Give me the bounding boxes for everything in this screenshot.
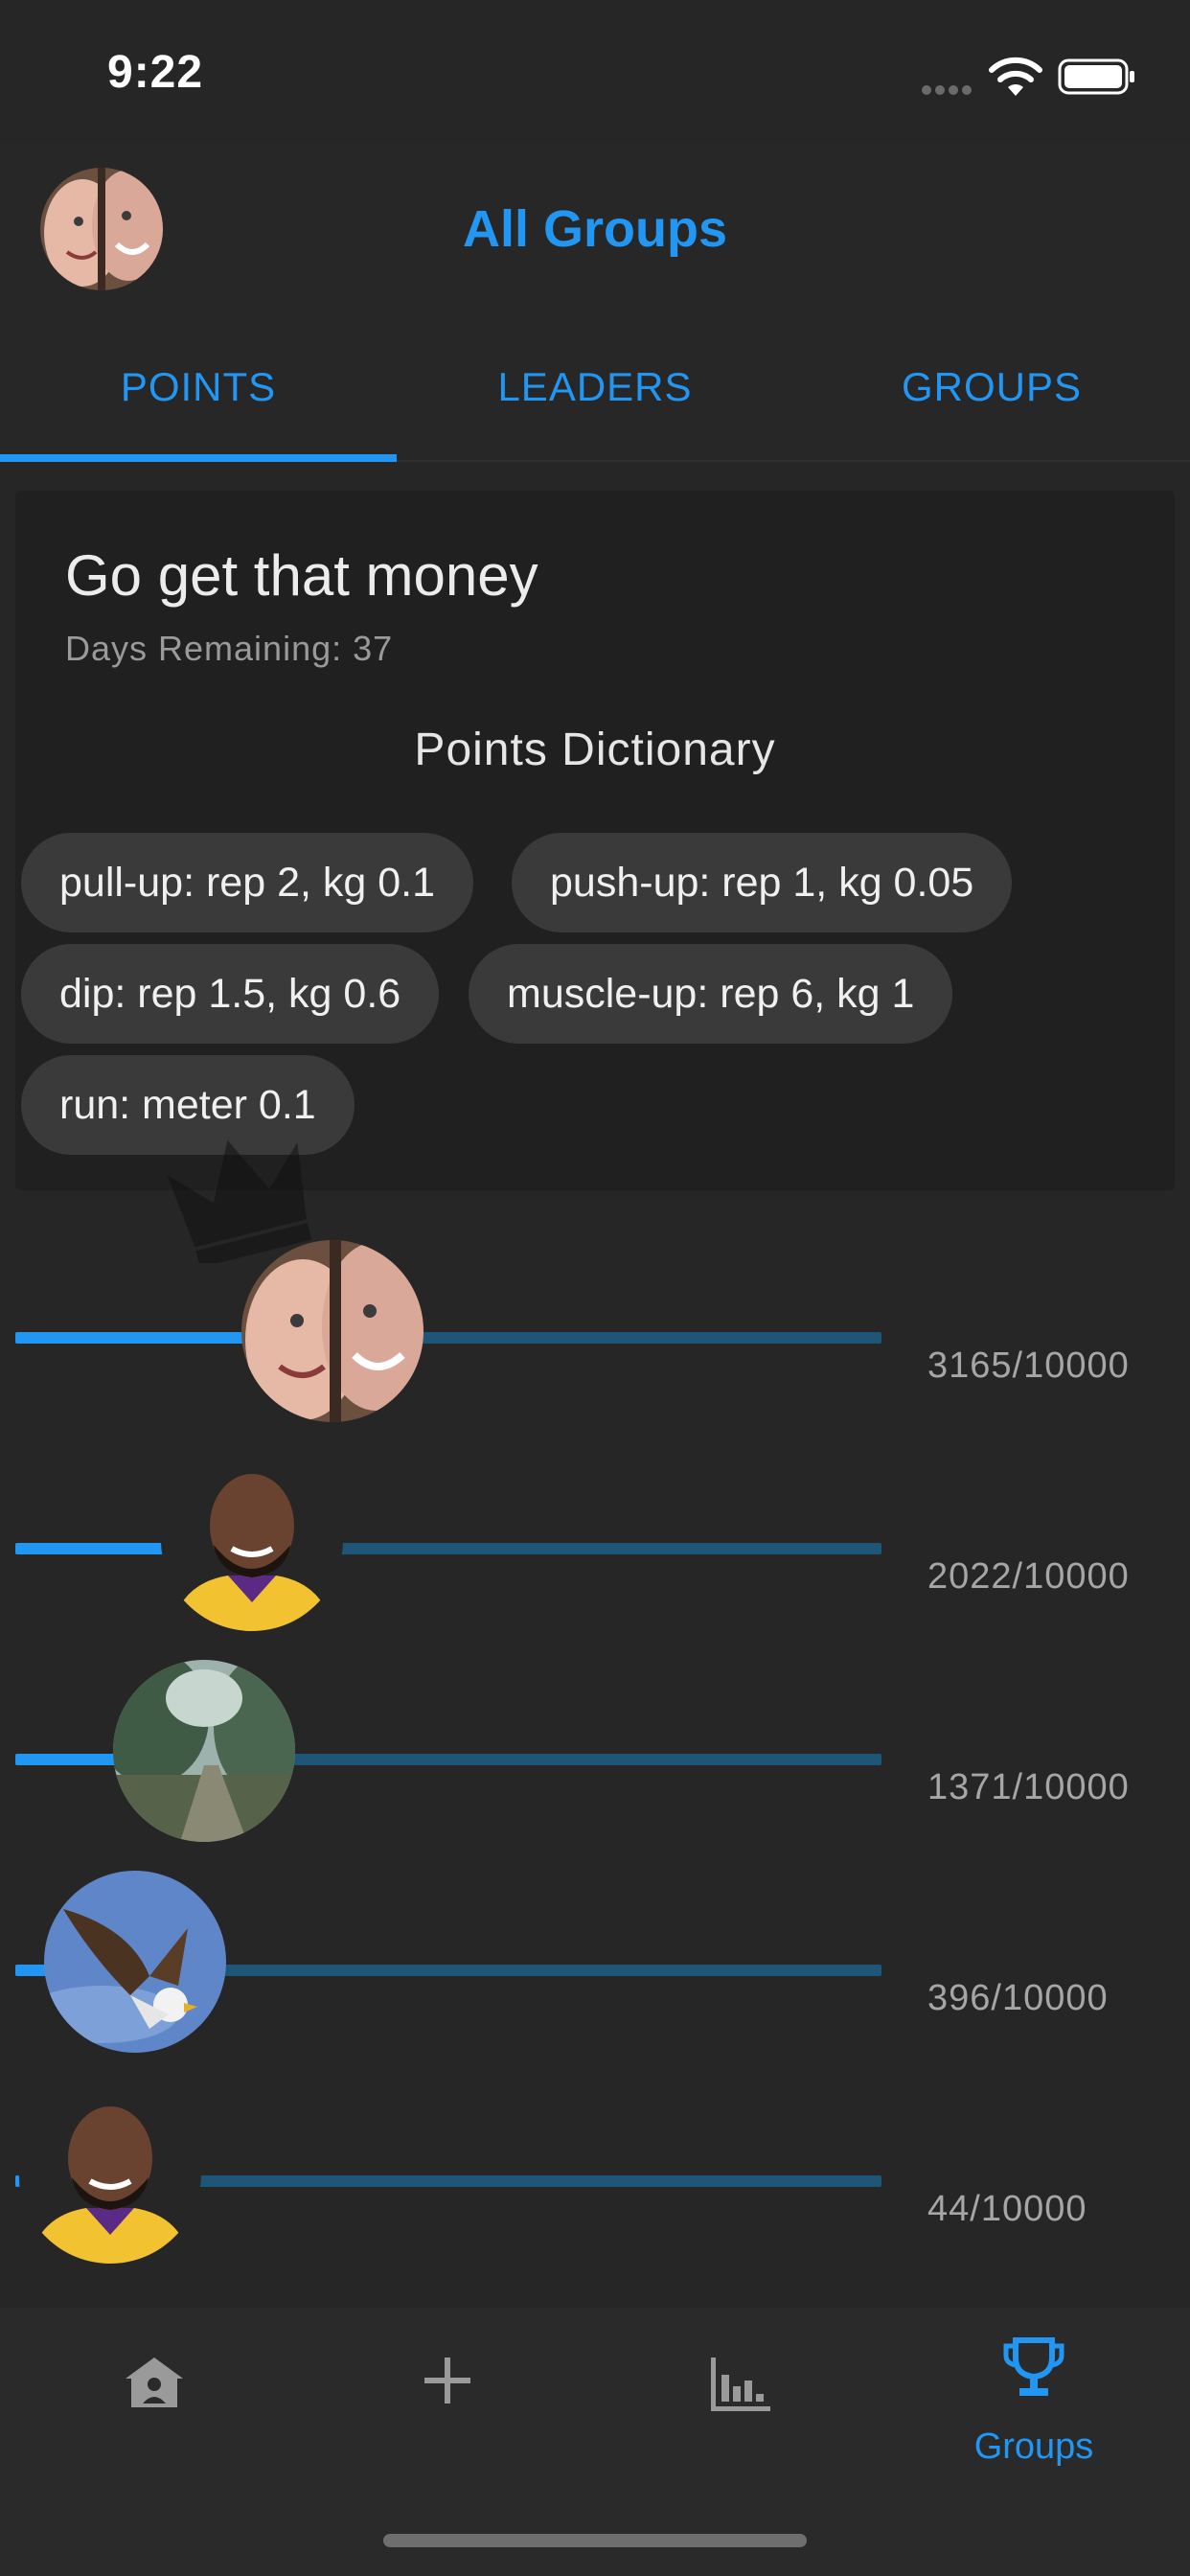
points-dictionary-title: Points Dictionary [414,724,776,775]
app-header: All Groups [0,144,1190,314]
page-title: All Groups [462,200,727,258]
tab-bar: POINTS LEADERS GROUPS [0,314,1190,462]
status-bar: 9:22 [0,0,1190,144]
nav-add[interactable] [299,2308,596,2499]
home-icon [126,2358,183,2407]
tab-groups[interactable]: GROUPS [793,314,1190,460]
cellular-signal-icon [922,82,975,95]
challenge-title: Go get that money [65,543,538,608]
wifi-icon [989,57,1042,96]
score-label: 396/10000 [927,1978,1109,2018]
nav-stats[interactable] [592,2308,889,2499]
battery-icon [1058,58,1134,95]
member-avatar-forest[interactable] [113,1660,295,1842]
member-avatar-couple[interactable] [241,1240,423,1422]
tab-indicator [0,454,397,462]
nav-groups-label: Groups [973,2426,1094,2467]
points-chip-pull-up[interactable]: pull-up: rep 2, kg 0.1 [21,833,474,932]
leaderboard-row[interactable]: 3165/10000 [0,1230,1190,1441]
leaderboard-row[interactable]: 44/10000 [0,2074,1190,2285]
score-label: 3165/10000 [927,1346,1130,1386]
points-chip-push-up[interactable]: push-up: rep 1, kg 0.05 [512,833,1013,932]
points-chip-dip[interactable]: dip: rep 1.5, kg 0.6 [21,944,440,1044]
nav-home[interactable] [6,2308,303,2499]
member-avatar-eagle[interactable] [44,1871,226,2053]
leaderboard-row[interactable]: 2022/10000 [0,1441,1190,1652]
trophy-icon [1003,2337,1064,2396]
nav-groups[interactable]: Groups [885,2308,1182,2499]
score-label: 44/10000 [927,2189,1087,2229]
bar-chart-icon [711,2358,770,2411]
tab-points[interactable]: POINTS [0,314,397,460]
score-label: 1371/10000 [927,1767,1130,1807]
progress-track [15,1332,881,1344]
member-avatar-player[interactable] [19,2082,201,2264]
member-avatar-player[interactable] [161,1449,343,1631]
points-chip-muscle-up[interactable]: muscle-up: rep 6, kg 1 [469,944,953,1044]
leaderboard-row[interactable]: 396/10000 [0,1863,1190,2074]
progress-track [15,1543,881,1554]
status-time: 9:22 [107,47,204,98]
tab-leaders[interactable]: LEADERS [397,314,793,460]
plus-icon [424,2358,470,2404]
leaderboard-row[interactable]: 1371/10000 [0,1652,1190,1863]
challenge-card: Go get that money Days Remaining: 37 Poi… [15,491,1175,1190]
days-remaining: Days Remaining: 37 [65,629,394,668]
score-label: 2022/10000 [927,1556,1130,1597]
home-indicator [383,2534,807,2547]
